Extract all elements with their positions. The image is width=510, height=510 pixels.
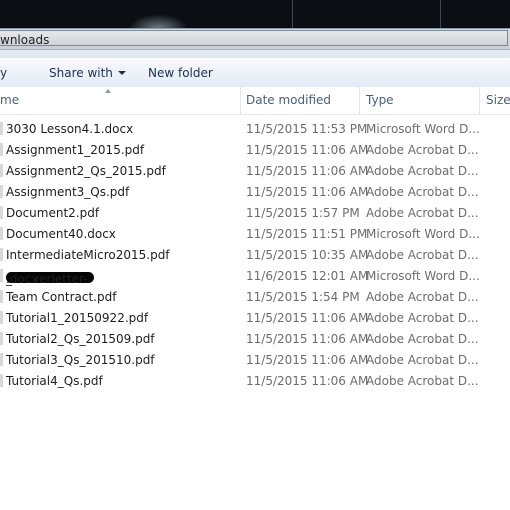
file-row[interactable]: Tutorial2_Qs_201509.pdf 11/5/2015 11:06 … (0, 329, 510, 350)
file-row[interactable]: Assignment2_Qs_2015.pdf 11/5/2015 11:06 … (0, 161, 510, 182)
file-type: Adobe Acrobat D... (366, 185, 479, 199)
file-type: Adobe Acrobat D... (366, 374, 479, 388)
file-name: Document2.pdf (6, 206, 100, 220)
file-date: 11/5/2015 11:06 AM (246, 374, 369, 388)
file-type: Adobe Acrobat D... (366, 164, 479, 178)
desktop-divider (292, 0, 293, 28)
file-icon (0, 248, 3, 261)
share-with-button[interactable]: Share with (49, 66, 126, 80)
file-type: Adobe Acrobat D... (366, 290, 479, 304)
file-name: Team Contract.pdf (6, 290, 117, 304)
file-type: Adobe Acrobat D... (366, 353, 479, 367)
file-icon (0, 332, 3, 345)
file-date: 11/5/2015 11:06 AM (246, 311, 369, 325)
file-row[interactable]: Tutorial3_Qs_201510.pdf 11/5/2015 11:06 … (0, 350, 510, 371)
file-name: Document40.docx (6, 227, 116, 241)
column-header: me Date modified Type Size (0, 87, 510, 115)
column-type[interactable]: Type (366, 87, 394, 114)
organize-label: y (0, 66, 8, 80)
desktop-glow (128, 14, 188, 28)
file-date: 11/5/2015 1:54 PM (246, 290, 360, 304)
file-date: 11/6/2015 12:01 AM (246, 269, 369, 283)
file-date: 11/5/2015 11:53 PM (246, 122, 368, 136)
new-folder-label: New folder (148, 66, 213, 80)
file-row[interactable]: Team Contract.pdf 11/5/2015 1:54 PM Adob… (0, 287, 510, 308)
file-name: 3030 Lesson4.1.docx (6, 122, 134, 136)
desktop-divider (440, 0, 441, 28)
file-icon (0, 227, 3, 240)
file-row[interactable]: _-Coverletter- .docx 11/6/2015 12:01 AM M… (0, 266, 510, 287)
file-icon (0, 185, 3, 198)
file-date: 11/5/2015 11:06 AM (246, 353, 369, 367)
file-row[interactable]: 3030 Lesson4.1.docx 11/5/2015 11:53 PM M… (0, 119, 510, 140)
file-name: IntermediateMicro2015.pdf (6, 248, 170, 262)
file-row[interactable]: Tutorial1_20150922.pdf 11/5/2015 11:06 A… (0, 308, 510, 329)
file-icon (0, 353, 3, 366)
file-type: Microsoft Word D... (366, 269, 480, 283)
new-folder-button[interactable]: New folder (148, 66, 213, 80)
file-type: Adobe Acrobat D... (366, 311, 479, 325)
address-path: wnloads (0, 33, 50, 47)
file-date: 11/5/2015 11:06 AM (246, 164, 369, 178)
file-row[interactable]: Document2.pdf 11/5/2015 1:57 PM Adobe Ac… (0, 203, 510, 224)
column-divider[interactable] (240, 87, 241, 114)
file-icon (0, 290, 3, 303)
column-name[interactable]: me (0, 87, 19, 114)
file-icon (0, 122, 3, 135)
file-name: Assignment3_Qs.pdf (6, 185, 130, 199)
file-name: Tutorial4_Qs.pdf (6, 374, 103, 388)
organize-button[interactable]: y (0, 66, 7, 80)
file-name: Tutorial2_Qs_201509.pdf (6, 332, 155, 346)
file-date: 11/5/2015 11:51 PM (246, 227, 368, 241)
column-divider[interactable] (359, 87, 360, 114)
file-row[interactable]: Tutorial4_Qs.pdf 11/5/2015 11:06 AM Adob… (0, 371, 510, 392)
address-bar: wnloads (0, 28, 510, 50)
file-type: Adobe Acrobat D... (366, 248, 479, 262)
file-date: 11/5/2015 10:35 AM (246, 248, 369, 262)
file-name: Tutorial1_20150922.pdf (6, 311, 149, 325)
file-type: Adobe Acrobat D... (366, 332, 479, 346)
chevron-down-icon (117, 71, 126, 75)
file-row[interactable]: Assignment3_Qs.pdf 11/5/2015 11:06 AM Ad… (0, 182, 510, 203)
file-date: 11/5/2015 11:06 AM (246, 332, 369, 346)
file-icon (0, 164, 3, 177)
toolbar-spacer (0, 50, 510, 58)
file-date: 11/5/2015 11:06 AM (246, 185, 369, 199)
file-row[interactable]: Assignment1_2015.pdf 11/5/2015 11:06 AM … (0, 140, 510, 161)
address-field[interactable]: wnloads (0, 30, 508, 47)
share-with-label: Share with (49, 66, 113, 80)
file-date: 11/5/2015 11:06 AM (246, 143, 369, 157)
file-icon (0, 311, 3, 324)
sort-ascending-icon (105, 89, 111, 93)
file-icon (0, 143, 3, 156)
file-icon (0, 374, 3, 387)
file-icon (0, 269, 3, 282)
file-name-extension: .docx (6, 272, 39, 286)
file-type: Adobe Acrobat D... (366, 206, 479, 220)
file-name: Assignment2_Qs_2015.pdf (6, 164, 166, 178)
file-type: Microsoft Word D... (366, 122, 480, 136)
file-type: Microsoft Word D... (366, 227, 480, 241)
file-name: Tutorial3_Qs_201510.pdf (6, 353, 155, 367)
file-row[interactable]: Document40.docx 11/5/2015 11:51 PM Micro… (0, 224, 510, 245)
desktop-background (0, 0, 510, 28)
command-bar: y Share with New folder (0, 58, 510, 88)
file-list: 3030 Lesson4.1.docx 11/5/2015 11:53 PM M… (0, 119, 510, 392)
column-size[interactable]: Size (486, 87, 510, 114)
file-name: Assignment1_2015.pdf (6, 143, 145, 157)
column-divider[interactable] (479, 87, 480, 114)
file-icon (0, 206, 3, 219)
column-date-modified[interactable]: Date modified (246, 87, 331, 114)
file-type: Adobe Acrobat D... (366, 143, 479, 157)
file-row[interactable]: IntermediateMicro2015.pdf 11/5/2015 10:3… (0, 245, 510, 266)
file-date: 11/5/2015 1:57 PM (246, 206, 360, 220)
